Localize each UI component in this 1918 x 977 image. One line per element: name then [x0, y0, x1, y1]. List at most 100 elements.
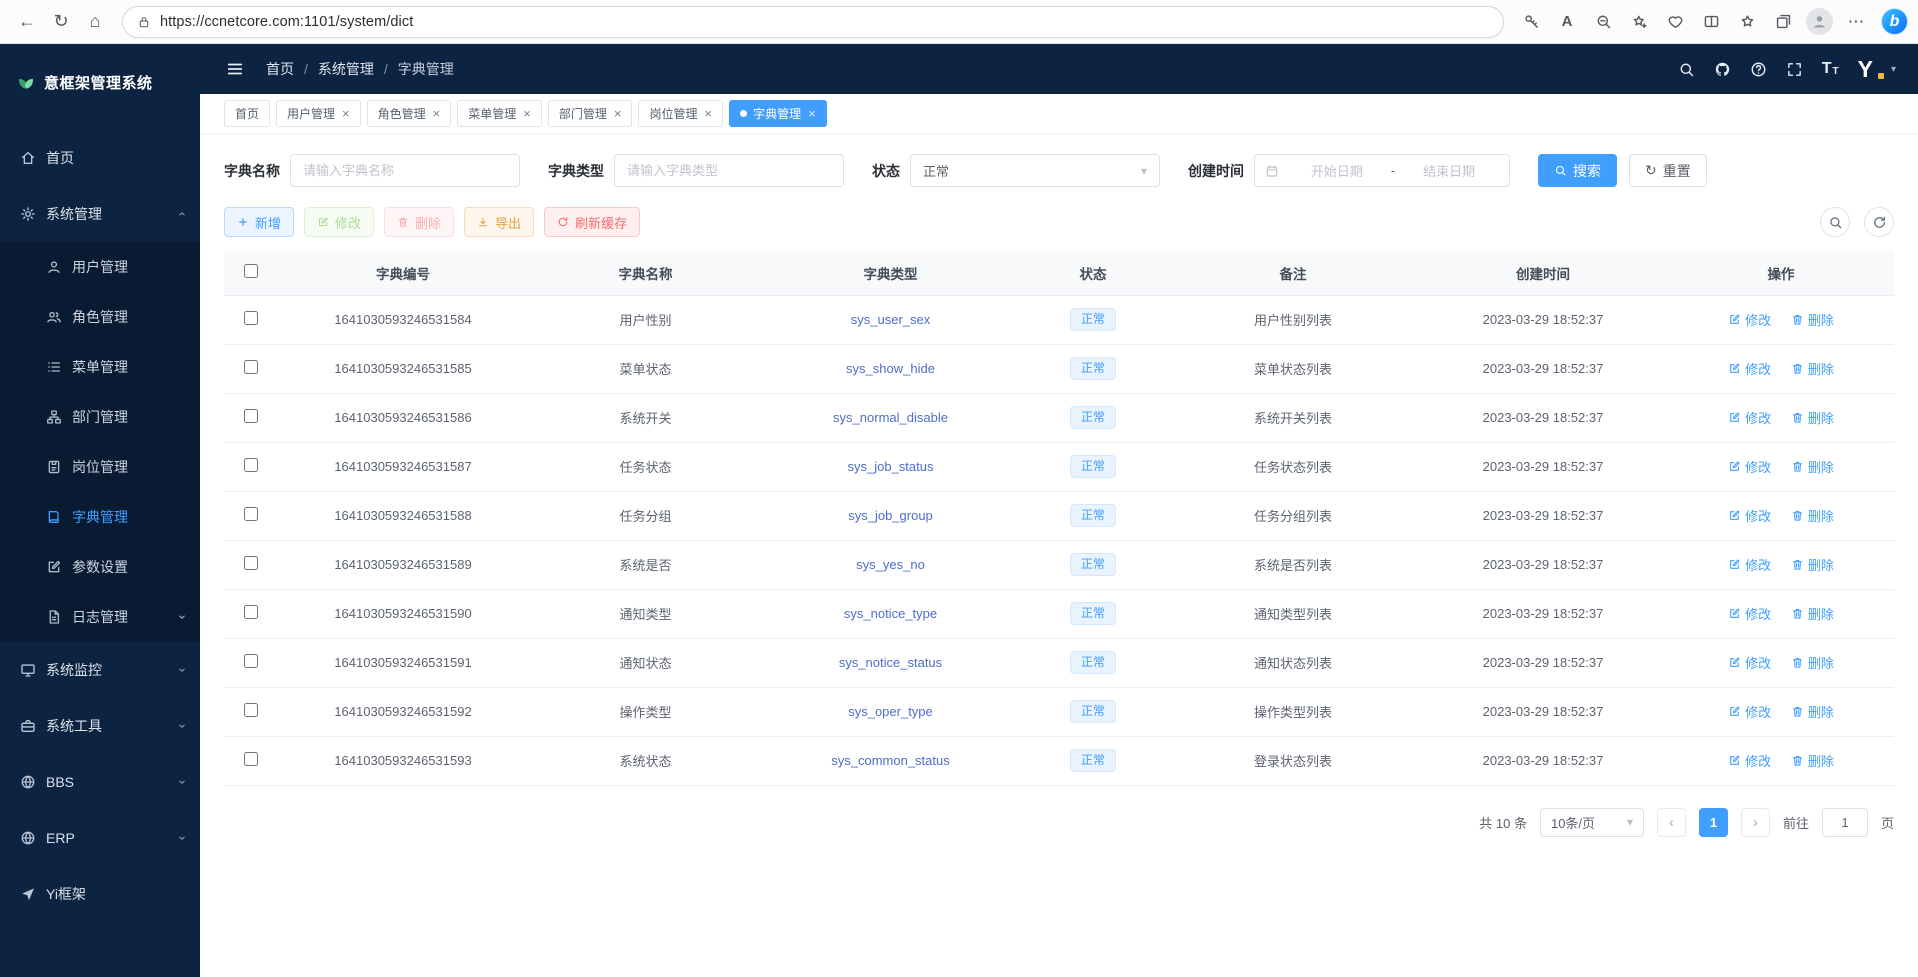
row-edit-button[interactable]: 修改 — [1728, 408, 1771, 427]
user-avatar-menu[interactable]: Y ▾ — [1858, 58, 1896, 81]
header-search-button[interactable] — [1678, 61, 1695, 78]
tab-post-management[interactable]: 岗位管理× — [638, 100, 723, 127]
delete-button[interactable]: 删除 — [384, 207, 454, 237]
tab-role-management[interactable]: 角色管理× — [367, 100, 452, 127]
row-edit-button[interactable]: 修改 — [1728, 310, 1771, 329]
sidebar-item-system-tools[interactable]: 系统工具 — [0, 698, 200, 754]
sidebar-subitem-menu-management[interactable]: 菜单管理 — [0, 342, 200, 392]
favorites-button[interactable] — [1730, 6, 1764, 38]
dict-type-link[interactable]: sys_show_hide — [846, 361, 935, 376]
collections-button[interactable] — [1766, 6, 1800, 38]
refresh-cache-button[interactable]: 刷新缓存 — [544, 207, 640, 237]
sidebar-item-system-management[interactable]: 系统管理 — [0, 186, 200, 242]
row-edit-button[interactable]: 修改 — [1728, 457, 1771, 476]
page-size-select[interactable]: 10条/页 ▾ — [1540, 808, 1644, 837]
sidebar-item-home[interactable]: 首页 — [0, 130, 200, 186]
next-page-button[interactable]: › — [1741, 808, 1770, 837]
row-checkbox[interactable] — [244, 556, 258, 570]
close-icon[interactable]: × — [433, 107, 441, 120]
refresh-table-button[interactable] — [1864, 207, 1894, 237]
row-checkbox[interactable] — [244, 409, 258, 423]
row-checkbox[interactable] — [244, 311, 258, 325]
dict-name-input[interactable] — [290, 154, 520, 187]
add-button[interactable]: 新增 — [224, 207, 294, 237]
font-size-button[interactable]: TT — [1822, 61, 1839, 77]
tab-dict-management[interactable]: 字典管理× — [729, 100, 827, 127]
row-checkbox[interactable] — [244, 458, 258, 472]
dict-type-link[interactable]: sys_notice_status — [839, 655, 942, 670]
row-checkbox[interactable] — [244, 654, 258, 668]
close-icon[interactable]: × — [614, 107, 622, 120]
browser-essentials-button[interactable] — [1658, 6, 1692, 38]
row-delete-button[interactable]: 删除 — [1791, 555, 1834, 574]
add-favorite-button[interactable] — [1622, 6, 1656, 38]
split-screen-button[interactable] — [1694, 6, 1728, 38]
row-delete-button[interactable]: 删除 — [1791, 310, 1834, 329]
sidebar-subitem-dict-management[interactable]: 字典管理 — [0, 492, 200, 542]
row-delete-button[interactable]: 删除 — [1791, 359, 1834, 378]
date-range-picker[interactable]: 开始日期 - 结束日期 — [1254, 154, 1510, 187]
sidebar-subitem-role-management[interactable]: 角色管理 — [0, 292, 200, 342]
github-button[interactable] — [1714, 61, 1731, 78]
row-delete-button[interactable]: 删除 — [1791, 457, 1834, 476]
row-edit-button[interactable]: 修改 — [1728, 604, 1771, 623]
tab-dept-management[interactable]: 部门管理× — [548, 100, 633, 127]
prev-page-button[interactable]: ‹ — [1657, 808, 1686, 837]
address-bar[interactable]: https://ccnetcore.com:1101/system/dict — [122, 6, 1504, 38]
row-edit-button[interactable]: 修改 — [1728, 359, 1771, 378]
row-delete-button[interactable]: 删除 — [1791, 408, 1834, 427]
tab-menu-management[interactable]: 菜单管理× — [457, 100, 542, 127]
close-icon[interactable]: × — [704, 107, 712, 120]
browser-profile-button[interactable] — [1806, 8, 1833, 35]
sidebar-item-yi-framework[interactable]: Yi框架 — [0, 866, 200, 922]
tab-home[interactable]: 首页 — [224, 100, 270, 127]
row-edit-button[interactable]: 修改 — [1728, 751, 1771, 770]
row-checkbox[interactable] — [244, 507, 258, 521]
row-edit-button[interactable]: 修改 — [1728, 653, 1771, 672]
row-checkbox[interactable] — [244, 605, 258, 619]
zoom-out-button[interactable] — [1586, 6, 1620, 38]
fullscreen-button[interactable] — [1786, 61, 1803, 78]
page-1-button[interactable]: 1 — [1699, 808, 1728, 837]
row-checkbox[interactable] — [244, 703, 258, 717]
browser-back-button[interactable]: ← — [10, 6, 44, 38]
search-button[interactable]: 搜索 — [1538, 154, 1617, 187]
help-button[interactable] — [1750, 61, 1767, 78]
status-select[interactable]: 正常 ▾ — [910, 154, 1160, 187]
sidebar-item-system-monitor[interactable]: 系统监控 — [0, 642, 200, 698]
dict-type-link[interactable]: sys_job_status — [848, 459, 934, 474]
collapse-sidebar-button[interactable] — [222, 56, 248, 82]
browser-refresh-button[interactable]: ↻ — [44, 6, 78, 38]
close-icon[interactable]: × — [808, 107, 816, 120]
dict-type-link[interactable]: sys_common_status — [831, 753, 950, 768]
dict-type-input[interactable] — [614, 154, 844, 187]
row-delete-button[interactable]: 删除 — [1791, 751, 1834, 770]
dict-type-link[interactable]: sys_user_sex — [851, 312, 930, 327]
edit-button[interactable]: 修改 — [304, 207, 374, 237]
read-aloud-button[interactable]: A — [1550, 6, 1584, 38]
goto-page-input[interactable] — [1822, 808, 1868, 837]
sidebar-item-erp[interactable]: ERP — [0, 810, 200, 866]
select-all-checkbox[interactable] — [244, 264, 258, 278]
browser-home-button[interactable]: ⌂ — [78, 6, 112, 38]
row-delete-button[interactable]: 删除 — [1791, 653, 1834, 672]
row-edit-button[interactable]: 修改 — [1728, 555, 1771, 574]
sidebar-subitem-dept-management[interactable]: 部门管理 — [0, 392, 200, 442]
row-checkbox[interactable] — [244, 360, 258, 374]
row-delete-button[interactable]: 删除 — [1791, 506, 1834, 525]
dict-type-link[interactable]: sys_yes_no — [856, 557, 925, 572]
row-checkbox[interactable] — [244, 752, 258, 766]
breadcrumb-item-system[interactable]: 系统管理 — [318, 59, 374, 79]
row-edit-button[interactable]: 修改 — [1728, 506, 1771, 525]
close-icon[interactable]: × — [523, 107, 531, 120]
sidebar-item-bbs[interactable]: BBS — [0, 754, 200, 810]
dict-type-link[interactable]: sys_notice_type — [844, 606, 937, 621]
dict-type-link[interactable]: sys_oper_type — [848, 704, 933, 719]
row-delete-button[interactable]: 删除 — [1791, 604, 1834, 623]
sidebar-subitem-param-settings[interactable]: 参数设置 — [0, 542, 200, 592]
dict-type-link[interactable]: sys_job_group — [848, 508, 933, 523]
password-key-button[interactable] — [1514, 6, 1548, 38]
close-icon[interactable]: × — [342, 107, 350, 120]
row-edit-button[interactable]: 修改 — [1728, 702, 1771, 721]
breadcrumb-item-home[interactable]: 首页 — [266, 59, 294, 79]
